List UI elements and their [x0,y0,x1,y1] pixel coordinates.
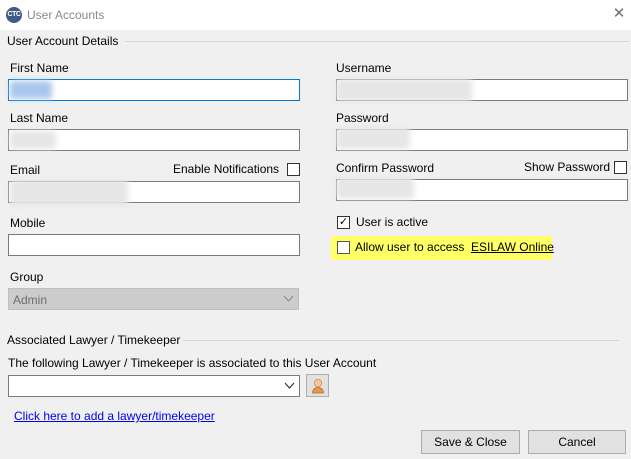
chevron-down-icon [284,378,295,397]
email-redacted [10,180,128,206]
first-name-label: First Name [10,61,69,75]
lawyer-select[interactable] [8,375,300,397]
save-close-button[interactable]: Save & Close [421,430,520,454]
enable-notifications-checkbox[interactable] [287,163,300,176]
password-label: Password [336,111,389,125]
lawyer-pick-button[interactable] [306,374,329,397]
allow-access-label: Allow user to access [355,240,465,254]
lawyer-group-title: Associated Lawyer / Timekeeper [7,333,181,347]
close-icon[interactable]: ✕ [610,4,628,24]
show-password-checkbox[interactable] [614,161,627,174]
person-icon [311,378,325,397]
last-name-redacted [10,131,56,149]
password-redacted [336,127,410,149]
allow-access-checkbox[interactable] [337,241,350,254]
group-label: Group [10,270,44,284]
cancel-button[interactable]: Cancel [528,430,626,454]
app-logo-icon: CTC [6,7,22,23]
show-password-label: Show Password [524,160,611,174]
mobile-field[interactable] [8,234,300,256]
details-group-line [125,41,629,42]
last-name-label: Last Name [10,111,69,125]
username-label: Username [336,61,392,75]
lawyer-description: The following Lawyer / Timekeeper is ass… [8,356,377,370]
first-name-redacted [10,81,52,99]
enable-notifications-label: Enable Notifications [173,162,280,176]
esilaw-online-link[interactable]: ESILAW Online [471,240,554,254]
group-select[interactable]: Admin [8,288,299,310]
group-select-value: Admin [13,293,48,307]
details-group-title: User Account Details [7,34,119,48]
confirm-password-redacted [336,177,414,199]
add-lawyer-link[interactable]: Click here to add a lawyer/timekeeper [14,409,215,423]
confirm-password-label: Confirm Password [336,161,435,175]
email-label: Email [10,163,41,177]
window-title: User Accounts [27,8,105,22]
user-active-label: User is active [356,215,429,229]
chevron-down-icon [283,291,294,310]
username-redacted [336,79,472,101]
user-active-checkbox[interactable]: ✓ [337,216,350,229]
mobile-label: Mobile [10,216,46,230]
lawyer-group-line [183,340,619,341]
